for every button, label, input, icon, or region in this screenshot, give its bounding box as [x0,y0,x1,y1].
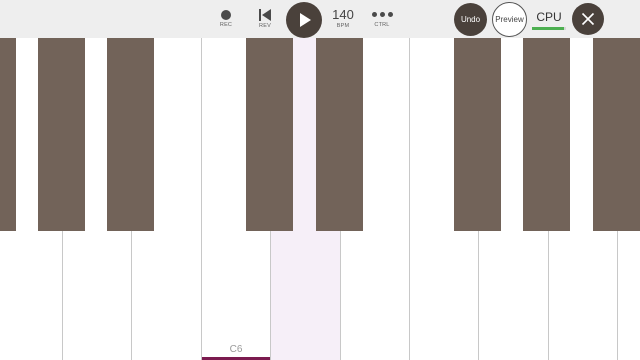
play-button[interactable] [286,2,322,38]
rec-button[interactable]: REC [214,0,238,38]
toolbar: REC REV 140 BPM CTRL Undo Preview CPU [0,0,640,38]
skip-back-icon [259,8,271,21]
key-label-c6: C6 [229,344,243,355]
play-icon [300,13,311,27]
preview-button[interactable]: Preview [492,2,527,37]
black-key[interactable] [316,38,363,231]
cpu-bar [532,27,566,30]
black-key[interactable] [0,38,16,231]
bpm-value: 140 [332,7,354,23]
rev-button[interactable]: REV [253,0,277,38]
black-key[interactable] [107,38,154,231]
rec-caption: REC [219,21,233,28]
more-dots-icon [371,10,393,20]
black-key[interactable] [593,38,640,231]
cpu-label: CPU [536,10,562,24]
ctrl-caption: CTRL [374,21,390,28]
cpu-meter: CPU [530,10,568,34]
bpm-control[interactable]: 140 BPM [330,0,356,38]
rev-caption: REV [259,22,271,29]
cpu-bar-fill [532,27,565,30]
black-key[interactable] [38,38,85,231]
bpm-caption: BPM [336,23,350,30]
record-icon [221,9,231,20]
close-icon [581,12,595,26]
close-button[interactable] [572,3,604,35]
black-key[interactable] [454,38,501,231]
piano-keyboard: C6 [0,38,640,360]
ctrl-button[interactable]: CTRL [370,0,394,38]
undo-button[interactable]: Undo [454,3,487,36]
black-key[interactable] [246,38,293,231]
black-key[interactable] [523,38,570,231]
